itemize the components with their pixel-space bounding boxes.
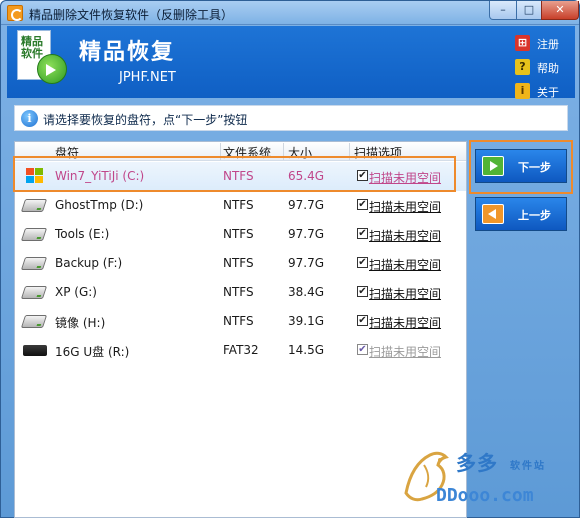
drive-name: Win7_YiTiJi (C:) [55,169,145,183]
table-row[interactable]: XP (G:) NTFS 38.4G ✔ 扫描未用空间 [15,278,466,307]
scan-free-space-checkbox[interactable]: ✔ [357,170,368,181]
title-bar[interactable]: 精品删除文件恢复软件（反删除工具） – □ ✕ [1,1,579,25]
instruction-bar: i 请选择要恢复的盘符，点“下一步”按钮 [14,105,568,131]
drive-name: Tools (E:) [55,227,110,241]
next-button-label: 下一步 [518,161,551,174]
scan-free-space-link[interactable]: 扫描未用空间 [369,256,441,273]
scan-free-space-checkbox[interactable]: ✔ [357,315,368,326]
prev-button-label: 上一步 [518,209,551,222]
column-filesystem[interactable]: 文件系统 [223,144,271,161]
hard-drive-icon [20,228,48,241]
file-system: FAT32 [223,343,259,357]
about-icon: i [515,83,530,99]
scan-free-space-checkbox[interactable]: ✔ [357,228,368,239]
table-row[interactable]: 镜像 (H:) NTFS 39.1G ✔ 扫描未用空间 [15,307,466,336]
recover-arrow-icon [37,54,67,84]
table-row[interactable]: 16G U盘 (R:) FAT32 14.5G ✔ 扫描未用空间 [15,336,466,365]
drive-size: 65.4G [288,169,325,183]
drive-size: 39.1G [288,314,325,328]
hard-drive-icon [20,199,48,212]
instruction-text: 请选择要恢复的盘符，点“下一步”按钮 [43,113,248,127]
app-window: 精品删除文件恢复软件（反删除工具） – □ ✕ 精品软件 精品恢复 JPHF.N… [0,0,580,518]
register-icon: ⊞ [515,35,530,51]
window-title: 精品删除文件恢复软件（反删除工具） [29,8,234,22]
hard-drive-icon [20,286,48,299]
column-separator [220,143,221,160]
help-link[interactable]: ? 帮助 [515,58,575,80]
prev-button[interactable]: 上一步 [475,197,567,231]
watermark-title: 多多 [456,451,498,475]
file-system: NTFS [223,314,254,328]
usb-drive-icon [23,345,47,356]
column-separator [349,143,350,160]
column-drive[interactable]: 盘符 [55,144,79,161]
scan-free-space-link[interactable]: 扫描未用空间 [369,227,441,244]
file-system: NTFS [223,256,254,270]
minimize-button[interactable]: – [489,1,517,20]
file-system: NTFS [223,285,254,299]
drive-size: 97.7G [288,227,325,241]
app-header: 精品软件 精品恢复 JPHF.NET ⊞ 注册 ? 帮助 i 关于 [7,26,575,99]
scan-free-space-link[interactable]: 扫描未用空间 [369,198,441,215]
list-header: 盘符 文件系统 大小 扫描选项 [15,142,466,161]
register-label: 注册 [537,38,559,51]
arrow-right-icon [482,156,504,176]
scan-free-space-link: 扫描未用空间 [369,345,442,359]
file-system: NTFS [223,227,254,241]
app-name: 精品恢复 [79,40,176,65]
file-system: NTFS [223,198,254,212]
close-button[interactable]: ✕ [541,1,579,20]
help-label: 帮助 [537,62,559,75]
next-button[interactable]: 下一步 [475,149,567,183]
app-logo: 精品软件 [17,30,67,88]
scan-free-space-checkbox[interactable]: ✔ [357,199,368,210]
drive-name: Backup (F:) [55,256,123,270]
logo-text: 精品软件 [21,35,43,60]
info-icon: i [21,110,38,127]
watermark-domain: DDooo.com [436,485,534,506]
column-scan-options[interactable]: 扫描选项 [354,144,402,161]
about-link[interactable]: i 关于 [515,82,575,104]
header-links: ⊞ 注册 ? 帮助 i 关于 [515,34,575,106]
app-icon [7,5,23,21]
windows-drive-icon [21,166,47,184]
scan-free-space-checkbox[interactable]: ✔ [357,286,368,297]
scan-free-space-link[interactable]: 扫描未用空间 [369,314,441,331]
drive-name: GhostTmp (D:) [55,198,144,212]
about-label: 关于 [537,86,559,99]
drive-size: 97.7G [288,198,325,212]
drive-name: 16G U盘 (R:) [55,345,130,359]
help-icon: ? [515,59,530,75]
drive-size: 14.5G [288,343,325,357]
hard-drive-icon [20,315,48,328]
app-url: JPHF.NET [119,70,176,85]
scan-free-space-link[interactable]: 扫描未用空间 [369,169,441,186]
file-system: NTFS [223,169,254,183]
column-size[interactable]: 大小 [288,144,312,161]
scan-free-space-checkbox: ✔ [357,344,368,355]
register-link[interactable]: ⊞ 注册 [515,34,575,56]
drive-name: XP (G:) [55,285,97,299]
scan-free-space-checkbox[interactable]: ✔ [357,257,368,268]
drive-name: 镜像 (H:) [55,316,106,330]
table-row[interactable]: Win7_YiTiJi (C:) NTFS 65.4G ✔ 扫描未用空间 [15,162,466,191]
maximize-button[interactable]: □ [516,1,542,20]
arrow-left-icon [482,204,504,224]
table-row[interactable]: Tools (E:) NTFS 97.7G ✔ 扫描未用空间 [15,220,466,249]
scan-free-space-link[interactable]: 扫描未用空间 [369,285,441,302]
column-separator [283,143,284,160]
drive-size: 97.7G [288,256,325,270]
watermark: 多多 软件站 DDooo.com [396,441,576,515]
table-row[interactable]: Backup (F:) NTFS 97.7G ✔ 扫描未用空间 [15,249,466,278]
watermark-subtitle: 软件站 [510,461,546,472]
hard-drive-icon [20,257,48,270]
table-row[interactable]: GhostTmp (D:) NTFS 97.7G ✔ 扫描未用空间 [15,191,466,220]
drive-size: 38.4G [288,285,325,299]
